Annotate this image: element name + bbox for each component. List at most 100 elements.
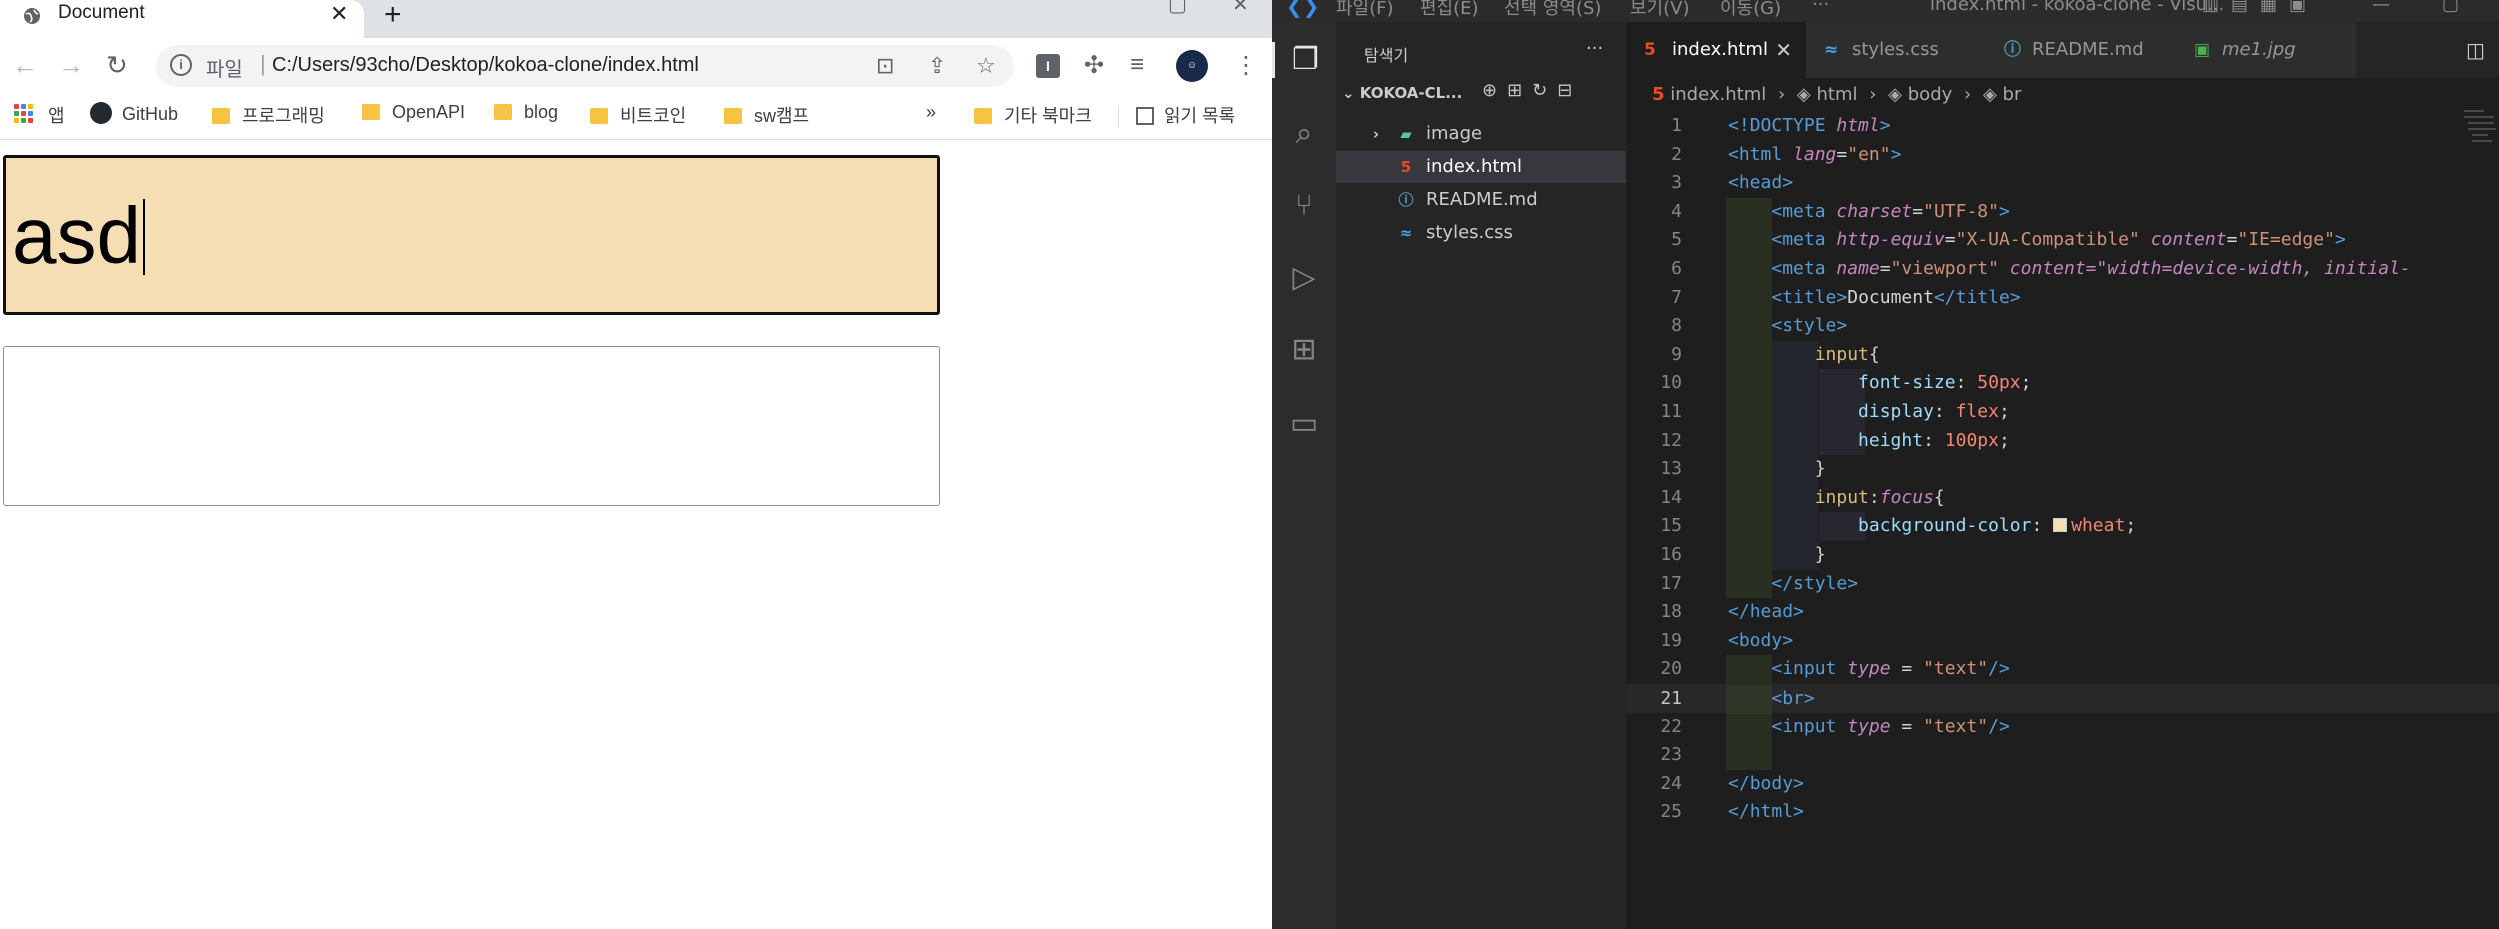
code-line[interactable]: 9 input{ bbox=[1626, 340, 2499, 370]
menu-more[interactable]: ··· bbox=[1812, 0, 1829, 15]
breadcrumb-item[interactable]: html bbox=[1816, 84, 1857, 105]
site-info-icon[interactable]: i bbox=[170, 54, 192, 76]
explorer-more-icon[interactable]: ··· bbox=[1586, 38, 1603, 59]
bookmark-folder-programming[interactable]: 프로그래밍 bbox=[212, 102, 325, 130]
close-window-icon[interactable]: ✕ bbox=[1232, 0, 1249, 17]
line-number: 19 bbox=[1660, 629, 1682, 651]
remote-explorer-icon[interactable]: ▭ bbox=[1286, 406, 1322, 442]
reading-list-button[interactable]: 읽기 목록 bbox=[1136, 102, 1235, 130]
url-text[interactable]: C:/Users/93cho/Desktop/kokoa-clone/index… bbox=[272, 54, 699, 77]
code-line[interactable]: 7 <title>Document</title> bbox=[1626, 283, 2499, 313]
menu-edit[interactable]: 편집(E) bbox=[1420, 0, 1479, 20]
bookmark-label: 비트코인 bbox=[620, 106, 687, 126]
bookmark-folder-swcamp[interactable]: sw캠프 bbox=[724, 102, 809, 130]
menu-go[interactable]: 이동(G) bbox=[1720, 0, 1781, 20]
code-line[interactable]: 11 display: flex; bbox=[1626, 398, 2499, 427]
breadcrumb-item[interactable]: index.html bbox=[1670, 84, 1766, 105]
code-line[interactable]: 24 </body> bbox=[1626, 770, 2499, 799]
tab-close-icon[interactable]: ✕ bbox=[1775, 22, 1792, 78]
css-file-icon: ≈ bbox=[1399, 224, 1413, 242]
bookmark-apps[interactable]: 앱 bbox=[48, 102, 65, 130]
info-file-icon: ⓘ bbox=[1398, 191, 1414, 209]
apps-grid-icon[interactable] bbox=[14, 104, 34, 124]
menu-selection[interactable]: 선택 영역(S) bbox=[1504, 0, 1601, 20]
breadcrumb-item[interactable]: br bbox=[2003, 84, 2022, 105]
browser-tab[interactable]: Document ✕ bbox=[0, 0, 364, 38]
bookmark-github[interactable]: GitHub bbox=[90, 102, 178, 130]
code-line[interactable]: 22 <input type = "text"/> bbox=[1626, 712, 2499, 742]
editor-tab-index-html[interactable]: 5 index.html ✕ bbox=[1626, 22, 1806, 78]
extensions-icon[interactable]: ⊞ bbox=[1286, 332, 1322, 368]
menu-file[interactable]: 파일(F) bbox=[1336, 0, 1394, 20]
tree-item-image-folder[interactable]: › ▰ image bbox=[1336, 118, 1626, 150]
bookmark-overflow-button[interactable]: » bbox=[926, 102, 936, 130]
back-button[interactable]: ← bbox=[12, 50, 38, 81]
bookmark-folder-blog[interactable]: blog bbox=[494, 102, 558, 130]
translate-icon[interactable]: ⊡ bbox=[876, 53, 894, 79]
layout-toggle-icons[interactable]: ▥▤▦▣ bbox=[2202, 0, 2318, 15]
search-icon[interactable]: ⌕ bbox=[1286, 116, 1322, 152]
code-line[interactable]: 12 height: 100px; bbox=[1626, 426, 2499, 456]
code-line[interactable]: 17 </style> bbox=[1626, 569, 2499, 599]
menu-view[interactable]: 보기(V) bbox=[1630, 0, 1689, 20]
code-line[interactable]: 23 bbox=[1626, 741, 2499, 770]
code-line[interactable]: 4 <meta charset="UTF-8"> bbox=[1626, 197, 2499, 227]
explorer-icon[interactable]: ❐ bbox=[1272, 42, 1336, 78]
code-line[interactable]: 6 <meta name="viewport" content="width=d… bbox=[1626, 255, 2499, 284]
breadcrumb-item[interactable]: body bbox=[1908, 84, 1953, 105]
media-queue-icon[interactable]: ≡ bbox=[1130, 51, 1144, 79]
code-line[interactable]: 8 <style> bbox=[1626, 312, 2499, 341]
vscode-titlebar: ❮❯ 파일(F) 편집(E) 선택 영역(S) 보기(V) 이동(G) ··· … bbox=[1272, 0, 2499, 22]
workspace-root[interactable]: ⌄ KOKOA-CL... bbox=[1342, 84, 1462, 102]
code-line[interactable]: 14 input:focus{ bbox=[1626, 483, 2499, 513]
code-text: } bbox=[1728, 458, 1826, 480]
minimap[interactable] bbox=[2464, 110, 2498, 170]
code-line[interactable]: 13 } bbox=[1626, 455, 2499, 484]
code-line[interactable]: 1 <!DOCTYPE html> bbox=[1626, 112, 2499, 141]
code-line[interactable]: 10 font-size: 50px; bbox=[1626, 369, 2499, 398]
editor-tab-readme[interactable]: ⓘ README.md bbox=[1986, 22, 2176, 78]
code-line[interactable]: 25 </html> bbox=[1626, 798, 2499, 827]
code-editor[interactable]: 1 <!DOCTYPE html> 2 <html lang="en"> 3 <head>… bbox=[1626, 112, 2499, 929]
vs-maximize-icon[interactable]: ▢ bbox=[2442, 0, 2459, 15]
menu-kebab-icon[interactable]: ⋮ bbox=[1234, 51, 1258, 80]
editor-tab-me1-jpg[interactable]: ▣ me1.jpg bbox=[2176, 22, 2356, 78]
code-line[interactable]: 5 <meta http-equiv="X-UA-Compatible" con… bbox=[1626, 226, 2499, 255]
code-line[interactable]: 20 <input type = "text"/> bbox=[1626, 655, 2499, 684]
vs-minimize-icon[interactable]: — bbox=[2372, 0, 2390, 15]
editor-tab-styles-css[interactable]: ≈ styles.css bbox=[1806, 22, 1986, 78]
forward-button[interactable]: → bbox=[58, 50, 84, 81]
code-line[interactable]: 3 <head> bbox=[1626, 169, 2499, 198]
text-input-empty[interactable] bbox=[3, 346, 940, 506]
extension-i-icon[interactable]: I bbox=[1036, 54, 1060, 78]
code-line[interactable]: 21 <br> bbox=[1626, 684, 2499, 714]
tree-item-readme[interactable]: ⓘ README.md bbox=[1336, 184, 1626, 216]
text-input-focused[interactable]: asd bbox=[3, 155, 940, 315]
new-tab-button[interactable]: + bbox=[384, 0, 402, 32]
address-bar[interactable]: i 파일 | C:/Users/93cho/Desktop/kokoa-clon… bbox=[156, 45, 1014, 87]
source-control-icon[interactable]: ⑂ bbox=[1286, 188, 1322, 224]
tree-item-styles-css[interactable]: ≈ styles.css bbox=[1336, 217, 1626, 249]
maximize-icon[interactable]: ▢ bbox=[1168, 0, 1187, 17]
extensions-puzzle-icon[interactable]: ✣ bbox=[1084, 51, 1104, 80]
code-line[interactable]: 16 } bbox=[1626, 541, 2499, 570]
code-line[interactable]: 19 <body> bbox=[1626, 627, 2499, 656]
profile-avatar[interactable]: ☺ bbox=[1176, 50, 1208, 82]
star-icon[interactable]: ☆ bbox=[976, 53, 996, 79]
tab-close-icon[interactable]: ✕ bbox=[330, 1, 348, 27]
code-line[interactable]: 2 <html lang="en"> bbox=[1626, 141, 2499, 170]
css-file-icon: ≈ bbox=[1824, 40, 1839, 60]
share-icon[interactable]: ⇪ bbox=[928, 53, 946, 79]
tree-item-index-html[interactable]: 5 index.html bbox=[1336, 151, 1626, 183]
bookmark-folder-other[interactable]: 기타 북마크 bbox=[974, 102, 1092, 130]
explorer-actions[interactable]: ⊕⊞↻⊟ bbox=[1482, 80, 1582, 101]
bookmark-folder-bitcoin[interactable]: 비트코인 bbox=[590, 102, 686, 130]
code-line[interactable]: 18 </head> bbox=[1626, 598, 2499, 627]
reload-button[interactable]: ↻ bbox=[106, 50, 128, 81]
bookmark-folder-openapi[interactable]: OpenAPI bbox=[362, 102, 465, 130]
split-editor-icon[interactable]: ◫ bbox=[2466, 38, 2485, 62]
line-number: 7 bbox=[1671, 286, 1682, 308]
minimize-icon[interactable]: ˇ bbox=[1030, 0, 1037, 15]
code-line[interactable]: 15 background-color: wheat; bbox=[1626, 512, 2499, 541]
run-debug-icon[interactable]: ▷ bbox=[1286, 260, 1322, 296]
